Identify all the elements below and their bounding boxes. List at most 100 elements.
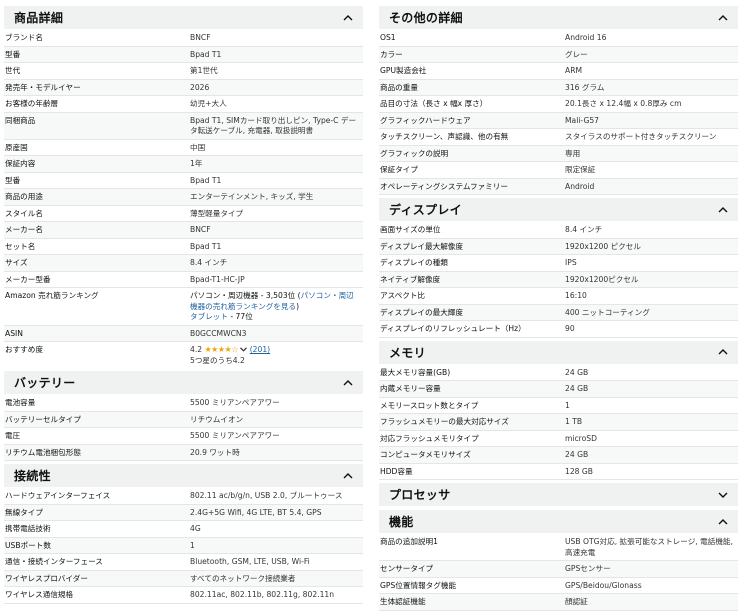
- row-key: カラー: [380, 49, 403, 59]
- row-value: 802.11 ac/b/g/n, USB 2.0, ブルートゥース: [190, 491, 343, 500]
- row-value: 24 GB: [565, 367, 589, 377]
- table-row: 無線タイプ 2.4G+5G Wifi, 4G LTE, BT 5.4, GPS: [4, 504, 363, 521]
- row-key: 通信・接続インターフェース: [5, 557, 103, 566]
- chevron-down-icon[interactable]: [240, 345, 248, 354]
- row-key: お客様の年齢層: [5, 99, 59, 108]
- section-header-features[interactable]: 機能: [379, 510, 738, 533]
- section-header-display[interactable]: ディスプレイ: [379, 198, 738, 221]
- battery-table: 電池容量 5500 ミリアンペアアワー バッテリーセルタイプ リチウムイオン電圧 550…: [4, 395, 363, 461]
- table-row: 品目の寸法（長さ x 幅x 厚さ） 20.1長さ x 12.4幅 x 0.8厚み …: [379, 96, 738, 113]
- table-row: ブランド名 BNCF: [4, 30, 363, 47]
- row-key: スタイル名: [5, 208, 43, 218]
- row-value: 1920x1200 ピクセル: [565, 241, 641, 251]
- row-value: Android 16: [565, 33, 607, 42]
- section-title: 接続性: [14, 469, 51, 483]
- row-key: メモリースロット数とタイプ: [380, 400, 479, 410]
- row-value: 1920x1200ピクセル: [565, 274, 639, 284]
- row-value: B0GCCMWCN3: [190, 328, 247, 338]
- right-column: その他の詳細 OS1 Android 16 カラー グレー GPU製造会社 ARM 商品の重…: [379, 6, 738, 611]
- row-value: 8.4 インチ: [190, 258, 228, 267]
- row-value: 薄型軽量タイプ: [190, 208, 244, 218]
- row-value: 顔認証: [565, 597, 588, 606]
- display-table: 画面サイズの単位 8.4 インチ ディスプレイ最大解像度 1920x1200 ピクセル…: [379, 222, 738, 338]
- row-key: メーカー型番: [5, 274, 51, 284]
- ranking-text: パソコン・周辺機器 - 3,503位 (: [190, 291, 301, 300]
- row-key: センサータイプ: [380, 564, 434, 573]
- table-row: コンピュータメモリサイズ 24 GB: [379, 447, 738, 464]
- section-header-memory[interactable]: メモリ: [379, 340, 738, 364]
- review-count-link[interactable]: (201): [250, 345, 270, 354]
- section-title: 機能: [389, 515, 414, 529]
- row-value: 1: [565, 400, 570, 410]
- row-value: 316 グラム: [565, 82, 605, 92]
- row-key: オペレーティングシステムファミリー: [380, 181, 508, 191]
- row-value: 4G: [190, 524, 201, 533]
- row-value: 128 GB: [565, 466, 594, 476]
- row-key: フラッシュメモリーの最大対応サイズ: [380, 417, 509, 426]
- row-key: 電圧: [5, 431, 21, 440]
- row-value: すべてのネットワーク接続業者: [190, 573, 296, 583]
- row-value: Android: [565, 181, 595, 191]
- table-row: ハードウェアインターフェイス 802.11 ac/b/g/n, USB 2.0, …: [4, 488, 363, 505]
- row-value: 20.9 ワット時: [190, 447, 240, 457]
- row-key: HDD容量: [380, 466, 413, 476]
- row-key: Amazon 売れ筋ランキング: [5, 291, 99, 300]
- row-value: 5500 ミリアンペアアワー: [190, 398, 280, 407]
- row-key: GPU製造会社: [380, 66, 427, 75]
- table-row: ワイヤレス通信規格 802.11ac, 802.11b, 802.11g, 802…: [4, 587, 363, 604]
- section-header-connectivity[interactable]: 接続性: [4, 464, 363, 487]
- row-value: Bpad T1: [190, 49, 222, 59]
- table-row-rating: おすすめ度 4.2 ★★★★☆ (201) 5つ星のうち4.2: [4, 342, 363, 368]
- table-row: タッチスクリーン、声認識、他の有無 スタイラスのサポート付きタッチスクリーン: [379, 129, 738, 146]
- chevron-up-icon: [716, 515, 730, 529]
- table-row: リチウム電池梱包形態 20.9 ワット時: [4, 444, 363, 461]
- row-key: アスペクト比: [380, 291, 426, 300]
- row-value: 幼児+大人: [190, 99, 227, 108]
- row-value: 1 TB: [565, 417, 583, 426]
- chevron-up-icon: [716, 203, 730, 217]
- chevron-up-icon: [341, 376, 355, 390]
- table-row: 商品の追加説明1 USB OTG対応, 拡張可能なストレージ, 電話機能, 高速充…: [379, 534, 738, 561]
- table-row: セット名 Bpad T1: [4, 238, 363, 255]
- row-key: 保証タイプ: [380, 165, 418, 174]
- section-header-processor[interactable]: プロセッサ: [379, 483, 738, 506]
- row-key: おすすめ度: [5, 345, 43, 354]
- table-row: グラフィックハードウェア Mali-G57: [379, 112, 738, 129]
- table-row: お客様の年齢層 幼児+大人: [4, 96, 363, 113]
- table-row: 生体認証機能 顔認証: [379, 594, 738, 611]
- row-value: BNCF: [190, 225, 211, 234]
- section-header-other-details[interactable]: その他の詳細: [379, 6, 738, 29]
- table-row: 対応フラッシュメモリタイプ microSD: [379, 430, 738, 447]
- table-row: バッテリーセルタイプ リチウムイオン: [4, 411, 363, 428]
- star-rating-icon[interactable]: ★★★★☆: [205, 345, 239, 354]
- table-row: 保証タイプ 限定保証: [379, 162, 738, 179]
- section-header-product-details[interactable]: 商品詳細: [4, 6, 363, 29]
- chevron-up-icon: [341, 11, 355, 25]
- section-header-battery[interactable]: バッテリー: [4, 371, 363, 394]
- table-row: 型番 Bpad T1: [4, 172, 363, 189]
- table-row: 原産国 中国: [4, 139, 363, 156]
- row-value: 8.4 インチ: [565, 225, 603, 234]
- row-key: 商品の追加説明1: [380, 537, 438, 546]
- table-row: 商品の重量 316 グラム: [379, 79, 738, 96]
- row-value: 24 GB: [565, 384, 589, 393]
- row-key: グラフィックハードウェア: [380, 115, 471, 125]
- row-key: 生体認証機能: [380, 597, 426, 606]
- row-value: 16:10: [565, 291, 587, 300]
- table-row: 型番 Bpad T1: [4, 46, 363, 63]
- table-row: フラッシュメモリーの最大対応サイズ 1 TB: [379, 414, 738, 431]
- row-key: 内蔵メモリー容量: [380, 384, 441, 393]
- row-key: 型番: [5, 175, 21, 185]
- table-row: 電池容量 5500 ミリアンペアアワー: [4, 395, 363, 412]
- row-key: 発売年・モデルイヤー: [5, 82, 81, 92]
- row-value-ranking: パソコン・周辺機器 - 3,503位 (パソコン・周辺機器の売れ筋ランキングを見…: [188, 288, 363, 325]
- row-key: ディスプレイのリフレッシュレート（Hz）: [380, 324, 526, 333]
- tablet-ranking-link[interactable]: タブレット: [190, 312, 228, 321]
- row-value: 2.4G+5G Wifi, 4G LTE, BT 5.4, GPS: [190, 507, 322, 517]
- row-value: GPSセンサー: [565, 564, 611, 573]
- product-details-table: ブランド名 BNCF 型番 Bpad T1 世代 第1世代 発売年・モデルイヤー 2026 お客…: [4, 30, 363, 288]
- row-value: Bpad T1: [190, 175, 222, 185]
- row-value-rating: 4.2 ★★★★☆ (201) 5つ星のうち4.2: [188, 342, 363, 368]
- row-value: 20.1長さ x 12.4幅 x 0.8厚み cm: [565, 99, 682, 108]
- table-row: ディスプレイ最大解像度 1920x1200 ピクセル: [379, 238, 738, 255]
